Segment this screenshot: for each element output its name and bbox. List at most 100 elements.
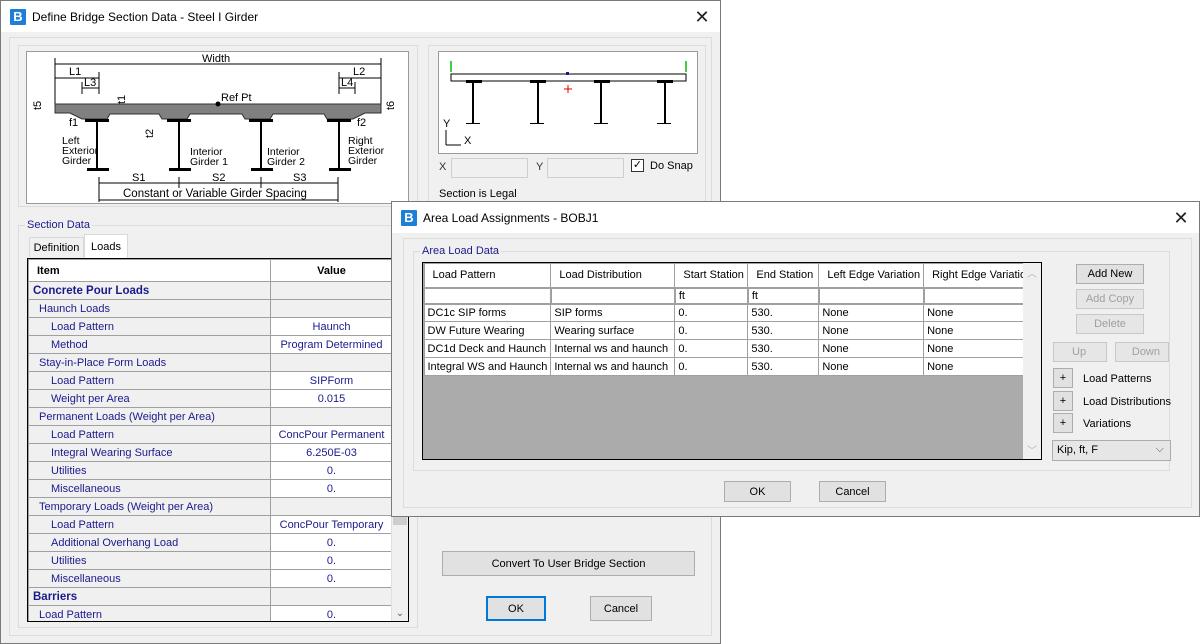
row-value-cell	[270, 497, 393, 516]
area-load-cell[interactable]: Internal ws and haunch	[550, 339, 676, 358]
row-value-cell[interactable]: 0.015	[270, 389, 393, 408]
expand-variations-button[interactable]: +	[1053, 413, 1073, 433]
row-value-cell[interactable]: ConcPour Temporary	[270, 515, 393, 534]
bridge-dialog-titlebar[interactable]: B Define Bridge Section Data - Steel I G…	[1, 1, 720, 32]
schematic-label-l1: L1	[69, 66, 81, 78]
expand-load-patterns-button[interactable]: +	[1053, 368, 1073, 388]
area-load-cell[interactable]: 0.	[674, 303, 749, 322]
scroll-up-icon[interactable]: ︿	[1023, 265, 1041, 280]
area-load-cell[interactable]: None	[923, 339, 1037, 358]
area-load-cell[interactable]: Integral WS and Haunch	[423, 357, 552, 376]
close-icon[interactable]: ✕	[692, 7, 712, 27]
area-ok-button[interactable]: OK	[724, 481, 791, 502]
area-load-cell[interactable]: 530.	[747, 303, 820, 322]
row-value-cell[interactable]: 0.	[270, 479, 393, 498]
col-header[interactable]: Left Edge Variation	[818, 263, 925, 288]
area-load-cell[interactable]: None	[923, 357, 1037, 376]
loads-grid-row[interactable]: Barriers	[28, 587, 393, 606]
loads-grid-row[interactable]: Miscellaneous 0.	[28, 569, 393, 588]
loads-grid-row[interactable]: Weight per Area 0.015	[28, 389, 393, 408]
close-icon[interactable]: ✕	[1171, 208, 1191, 228]
up-button[interactable]: Up	[1053, 342, 1107, 362]
area-load-cell[interactable]: None	[923, 303, 1037, 322]
area-load-cell[interactable]: None	[818, 357, 925, 376]
row-value-cell[interactable]: 0.	[270, 605, 393, 621]
loads-grid-row[interactable]: Load Pattern SIPForm	[28, 371, 393, 390]
area-load-cell[interactable]: 0.	[674, 357, 749, 376]
row-value-cell[interactable]: ConcPour Permanent	[270, 425, 393, 444]
area-grid-scrollbar[interactable]: ︿ ﹀	[1023, 263, 1041, 459]
area-load-row[interactable]: DC1c SIP forms SIP forms 0. 530. None None	[423, 303, 1037, 322]
loads-grid-row[interactable]: Haunch Loads	[28, 299, 393, 318]
area-cancel-button[interactable]: Cancel	[819, 481, 886, 502]
loads-grid-row[interactable]: Additional Overhang Load 0.	[28, 533, 393, 552]
delete-button[interactable]: Delete	[1076, 314, 1144, 334]
add-copy-button[interactable]: Add Copy	[1076, 289, 1144, 309]
x-coord-field[interactable]	[451, 158, 528, 178]
scroll-down-icon[interactable]: ⌄	[392, 608, 408, 619]
area-load-row[interactable]: DC1d Deck and Haunch Internal ws and haun…	[423, 339, 1037, 358]
add-new-button[interactable]: Add New	[1076, 264, 1144, 284]
area-load-cell[interactable]: DW Future Wearing	[423, 321, 552, 340]
loads-grid-row[interactable]: Miscellaneous 0.	[28, 479, 393, 498]
loads-grid-row[interactable]: Utilities 0.	[28, 461, 393, 480]
area-load-row[interactable]: Integral WS and Haunch Internal ws and ha…	[423, 357, 1037, 376]
area-load-cell[interactable]: 0.	[674, 339, 749, 358]
y-coord-field[interactable]	[547, 158, 624, 178]
area-load-cell[interactable]: DC1c SIP forms	[423, 303, 552, 322]
col-header[interactable]: Load Distribution	[550, 263, 676, 288]
expand-load-distributions-button[interactable]: +	[1053, 391, 1073, 411]
load-distributions-label: Load Distributions	[1083, 396, 1172, 408]
area-load-cell[interactable]: 530.	[747, 339, 820, 358]
row-value-cell[interactable]: Program Determined	[270, 335, 393, 354]
area-load-cell[interactable]: None	[818, 303, 925, 322]
tab-loads[interactable]: Loads	[84, 234, 128, 258]
col-header[interactable]: Load Pattern	[423, 263, 552, 288]
row-value-cell[interactable]: 0.	[270, 533, 393, 552]
row-value-cell[interactable]: Haunch	[270, 317, 393, 336]
loads-grid-row[interactable]: Permanent Loads (Weight per Area)	[28, 407, 393, 426]
area-load-cell[interactable]: SIP forms	[550, 303, 676, 322]
unit-cell: ft	[746, 286, 820, 305]
area-load-cell[interactable]: None	[818, 339, 925, 358]
units-select[interactable]: Kip, ft, F ⌵	[1052, 440, 1171, 461]
loads-grid-row[interactable]: Concrete Pour Loads	[28, 281, 393, 300]
row-value-cell[interactable]: 6.250E-03	[270, 443, 393, 462]
col-header[interactable]: Right Edge Variation	[923, 263, 1037, 288]
loads-grid-row[interactable]: Integral Wearing Surface 6.250E-03	[28, 443, 393, 462]
area-load-cell[interactable]: Internal ws and haunch	[550, 357, 676, 376]
area-load-cell[interactable]: None	[923, 321, 1037, 340]
loads-grid-row[interactable]: Utilities 0.	[28, 551, 393, 570]
loads-grid-row[interactable]: Load Pattern ConcPour Temporary	[28, 515, 393, 534]
row-value-cell[interactable]: 0.	[270, 569, 393, 588]
loads-grid-row[interactable]: Load Pattern ConcPour Permanent	[28, 425, 393, 444]
loads-grid-row[interactable]: Load Pattern Haunch	[28, 317, 393, 336]
area-load-data-label: Area Load Data	[420, 245, 502, 257]
col-header[interactable]: Start Station	[674, 263, 749, 288]
area-load-cell[interactable]: 530.	[747, 357, 820, 376]
area-load-row[interactable]: DW Future Wearing Wearing surface 0. 530. No…	[423, 321, 1037, 340]
area-load-cell[interactable]: DC1d Deck and Haunch	[423, 339, 552, 358]
area-load-cell[interactable]: None	[818, 321, 925, 340]
row-value-cell[interactable]: 0.	[270, 461, 393, 480]
scroll-down-icon[interactable]: ﹀	[1023, 442, 1041, 457]
area-load-cell[interactable]: Wearing surface	[550, 321, 676, 340]
loads-grid-row[interactable]: Method Program Determined	[28, 335, 393, 354]
area-load-cell[interactable]: 530.	[747, 321, 820, 340]
col-header[interactable]: End Station	[747, 263, 820, 288]
convert-to-user-section-button[interactable]: Convert To User Bridge Section	[442, 551, 695, 576]
loads-grid-row[interactable]: Temporary Loads (Weight per Area)	[28, 497, 393, 516]
tab-definition[interactable]: Definition	[29, 237, 84, 257]
bridge-ok-button[interactable]: OK	[486, 596, 546, 621]
loads-grid-row[interactable]: Load Pattern 0.	[28, 605, 393, 621]
col-header-item: Item	[28, 259, 271, 282]
area-load-cell[interactable]: 0.	[674, 321, 749, 340]
down-button[interactable]: Down	[1115, 342, 1169, 362]
area-dialog-titlebar[interactable]: B Area Load Assignments - BOBJ1 ✕	[392, 202, 1199, 233]
bridge-cancel-button[interactable]: Cancel	[590, 596, 652, 621]
loads-grid-row[interactable]: Stay-in-Place Form Loads	[28, 353, 393, 372]
section-preview[interactable]: Y X	[438, 51, 698, 154]
row-value-cell[interactable]: 0.	[270, 551, 393, 570]
row-value-cell[interactable]: SIPForm	[270, 371, 393, 390]
do-snap-checkbox[interactable]: ✓	[631, 159, 644, 172]
